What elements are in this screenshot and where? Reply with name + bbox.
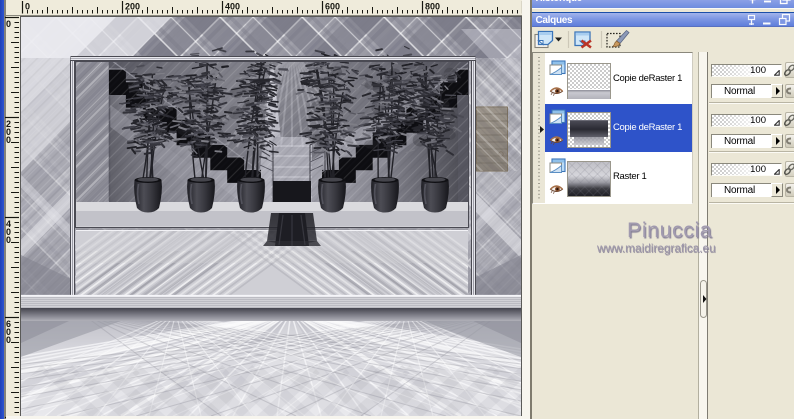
svg-text:0: 0 (6, 235, 11, 245)
svg-text:0: 0 (6, 19, 11, 29)
svg-text:0: 0 (6, 135, 11, 145)
svg-text:800: 800 (425, 2, 440, 12)
svg-text:400: 400 (225, 2, 240, 12)
svg-text:0: 0 (6, 335, 11, 345)
svg-text:600: 600 (325, 2, 340, 12)
svg-text:200: 200 (125, 2, 140, 12)
svg-text:0: 0 (25, 2, 30, 12)
